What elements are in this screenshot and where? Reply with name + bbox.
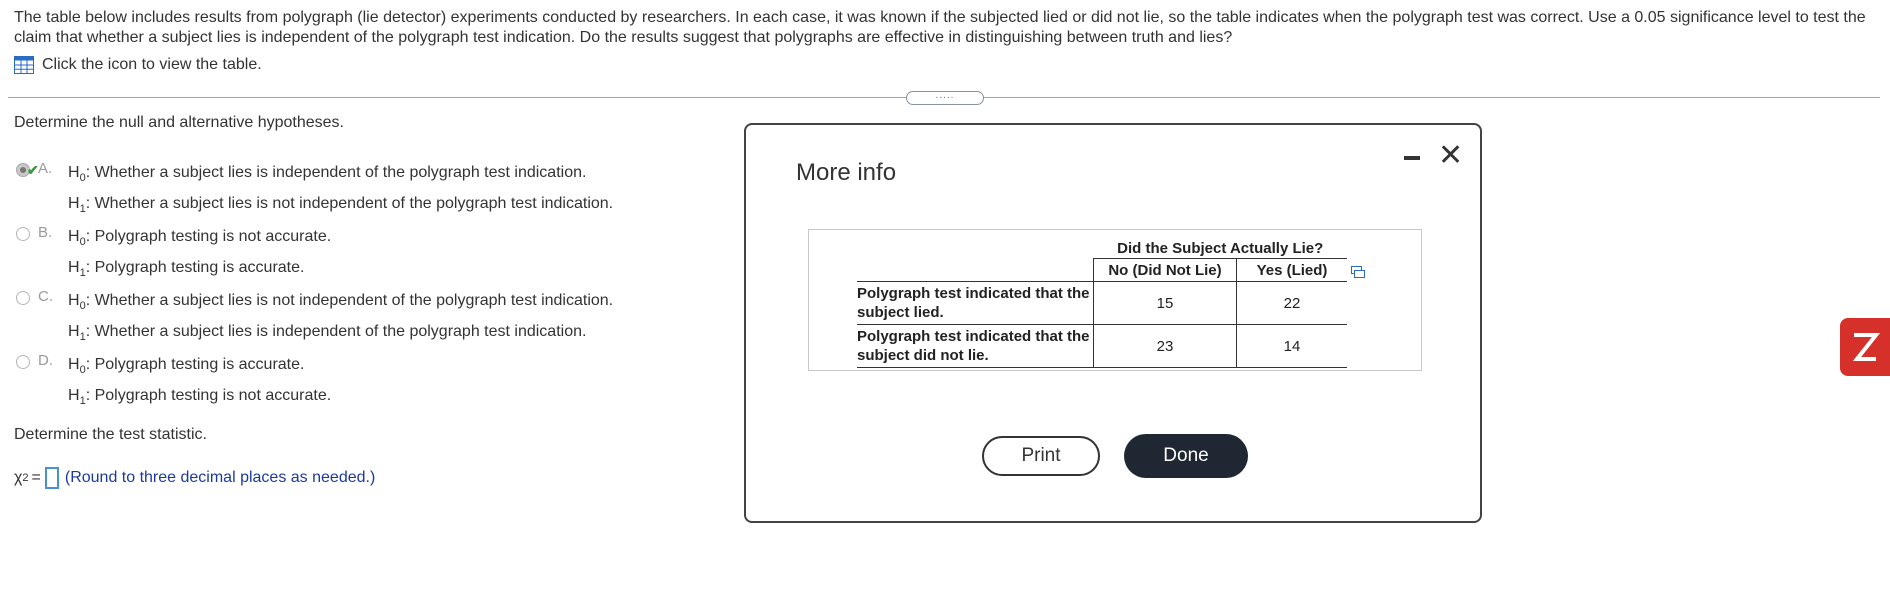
side-tool-icon — [1852, 333, 1881, 361]
option-d-h1: Polygraph testing is not accurate. — [94, 387, 332, 405]
view-table-link[interactable]: Click the icon to view the table. — [14, 56, 262, 74]
print-button[interactable]: Print — [982, 436, 1100, 476]
view-table-text[interactable]: Click the icon to view the table. — [42, 56, 262, 74]
option-d-hypotheses: H0: Polygraph testing is accurate. H1: P… — [68, 356, 332, 408]
copy-table-icon[interactable] — [1351, 266, 1365, 278]
chi-exponent: 2 — [22, 472, 29, 484]
equals-sign: = — [31, 469, 41, 486]
option-letter: C. — [38, 288, 53, 305]
col-header-no: No (Did Not Lie) — [1093, 258, 1237, 282]
chi-symbol: χ — [14, 469, 23, 486]
option-d-h0: Polygraph testing is accurate. — [94, 356, 305, 373]
option-b-hypotheses: H0: Polygraph testing is not accurate. H… — [68, 228, 332, 280]
test-statistic-prompt: Determine the test statistic. — [14, 426, 207, 443]
table-cell: 23 — [1093, 324, 1237, 368]
table-row: Polygraph test indicated that the subjec… — [857, 281, 1347, 325]
table-cell: 15 — [1093, 281, 1237, 325]
dialog-title: More info — [796, 159, 897, 186]
table-top-header: Did the Subject Actually Lie? — [1093, 238, 1347, 259]
option-d-radio[interactable] — [16, 355, 30, 369]
rounding-hint: (Round to three decimal places as needed… — [64, 469, 376, 486]
correct-check-icon: ✔ — [27, 162, 39, 178]
table-cell: 22 — [1236, 281, 1347, 325]
option-a-hypotheses: H0: Whether a subject lies is independen… — [68, 164, 614, 216]
row-label: Polygraph test indicated that the subjec… — [857, 281, 1094, 325]
contingency-table: Did the Subject Actually Lie? No (Did No… — [857, 238, 1347, 368]
data-table-box: Did the Subject Actually Lie? No (Did No… — [808, 229, 1422, 371]
minimize-icon[interactable] — [1404, 156, 1420, 160]
option-d[interactable]: D. H0: Polygraph testing is accurate. H1… — [16, 352, 331, 414]
option-b[interactable]: B. H0: Polygraph testing is not accurate… — [16, 224, 331, 286]
table-cell: 14 — [1236, 324, 1347, 368]
chi-square-answer: χ2 = (Round to three decimal places as n… — [14, 467, 375, 489]
option-b-h1: Polygraph testing is accurate. — [94, 259, 305, 277]
row-label: Polygraph test indicated that the subjec… — [857, 324, 1094, 368]
option-letter: D. — [38, 352, 53, 369]
option-a-radio[interactable]: ✔ — [16, 162, 39, 178]
table-row: Polygraph test indicated that the subjec… — [857, 324, 1347, 368]
option-letter: B. — [38, 224, 53, 241]
option-b-radio[interactable] — [16, 227, 30, 241]
drag-handle[interactable]: ..... — [906, 91, 984, 105]
close-icon[interactable]: ✕ — [1438, 141, 1463, 171]
chi-square-input[interactable] — [44, 467, 59, 489]
option-c-h0: Whether a subject lies is not independen… — [94, 292, 614, 309]
option-a[interactable]: ✔ A. H0: Whether a subject lies is indep… — [16, 160, 613, 222]
question-text: The table below includes results from po… — [14, 9, 1866, 46]
side-tool-tab[interactable] — [1840, 318, 1890, 376]
option-b-h0: Polygraph testing is not accurate. — [94, 228, 332, 245]
option-c-hypotheses: H0: Whether a subject lies is not indepe… — [68, 292, 614, 344]
option-a-h0: Whether a subject lies is independent of… — [94, 164, 587, 181]
table-icon[interactable] — [14, 56, 34, 74]
done-button[interactable]: Done — [1124, 434, 1248, 478]
hypotheses-prompt: Determine the null and alternative hypot… — [14, 114, 344, 131]
option-c-radio[interactable] — [16, 291, 30, 305]
option-c[interactable]: C. H0: Whether a subject lies is not ind… — [16, 288, 613, 350]
col-header-yes: Yes (Lied) — [1236, 258, 1347, 282]
option-a-h1: Whether a subject lies is not independen… — [94, 195, 614, 213]
more-info-dialog: More info ✕ Did the Subject Actually Lie… — [744, 123, 1482, 523]
option-c-h1: Whether a subject lies is independent of… — [94, 323, 587, 341]
